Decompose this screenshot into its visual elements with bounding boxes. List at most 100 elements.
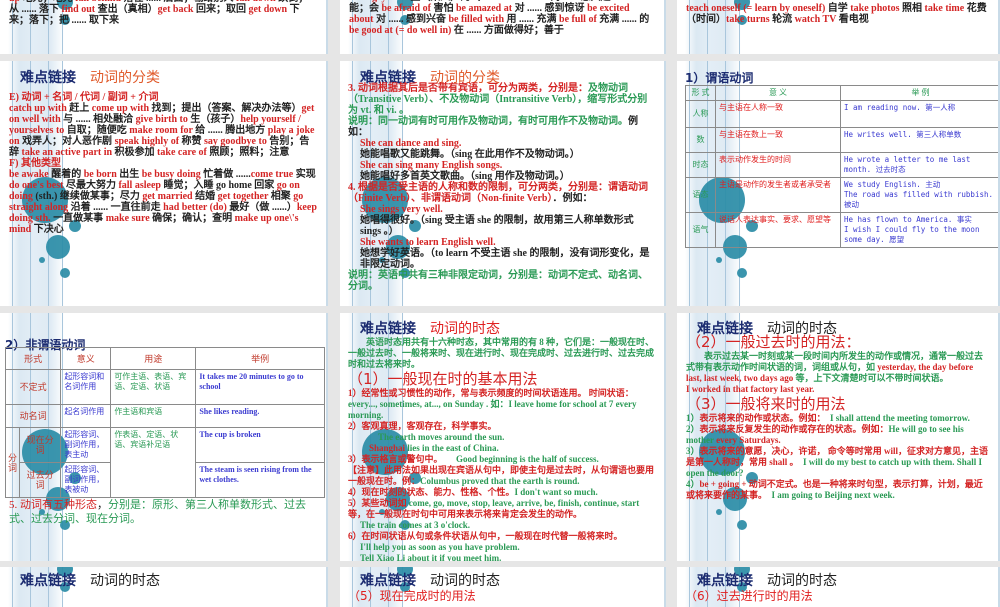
table-header: 意 义 <box>716 86 841 101</box>
text-run: 出生 <box>117 169 142 180</box>
cell-meaning: 主语是动作的发生者或者承受者 <box>716 178 841 213</box>
text-run: 睡觉；入睡 go home 回家 <box>161 180 277 191</box>
text-run: F) 其他类型 <box>9 158 61 169</box>
text-run: be awake <box>9 169 49 180</box>
paragraph: 3）表示格言或警句中。 Good beginning is the half o… <box>348 454 656 465</box>
paragraph: 她想学好英语。（to learn 不受主语 she 的限制，没有词形变化，是非限… <box>348 248 656 270</box>
text-run: had better (do) <box>163 202 227 213</box>
slide-thumbnail[interactable]: 难点链接动词的时态 英语时态用共有十六种时态，其中常用的有 8 种，它们是：一般… <box>340 313 666 561</box>
paragraph: 说明：英语中共有三种非限定动词，分别是：动词不定式、动名词、分词。 <box>348 270 656 292</box>
slide-thumbnail[interactable]: 难点链接动词的时态（5）现在完成时的用法 <box>340 567 666 607</box>
slide-thumbnail[interactable]: 难点链接动词的时态 （2）一般过去时的用法： 表示过去某一时刻或某一段时间内所发… <box>677 313 1000 561</box>
text-run: 找到；提出（答案、解决办法等） <box>149 103 302 114</box>
paragraph: I'll help you as soon as you have proble… <box>348 542 656 553</box>
paragraph: （3）一般将来时的用法 <box>686 395 990 413</box>
text-run: 说明：同一动词有时可用作及物动词，有时可用作不及物动词。 <box>348 116 628 127</box>
text-run: come up with <box>92 103 149 114</box>
text-run: 尽最大努力 <box>63 180 118 191</box>
slide-thumbnail[interactable]: 难点链接动词的分类 3. 动词根据其后是否带有宾语，可分为两类，分别是：及物动词… <box>340 61 666 306</box>
cell-example: We study English. 主动The road was filled … <box>841 178 1000 213</box>
text-run: be busy doing <box>142 169 201 180</box>
table-row: 语态主语是动作的发生者或者承受者We study English. 主动The … <box>686 178 1000 213</box>
cell-use: 作表语、定语、状语、宾语补足语 <box>111 428 196 498</box>
table-row: 动名词起名词作用作主语和宾语She likes reading. <box>6 405 325 428</box>
text-run: 能；会 <box>349 3 382 14</box>
text-run: get back <box>158 4 194 15</box>
title-sub: 动词的时态 <box>90 573 160 589</box>
paragraph: She can dance and sing. <box>348 138 656 149</box>
text-run: 表示将来反复发生的动作或存在的状态。例如： <box>700 424 889 434</box>
slide-thumbnail[interactable]: teach oneself (= learn by oneself) 自学 ta… <box>677 0 1000 54</box>
text-run: be filled with <box>448 14 504 25</box>
text-run: 5. 动词有五种形态 <box>9 499 97 511</box>
text-run: （2）一般过去时的用法： <box>686 333 861 351</box>
text-run: She can sing many English songs. <box>360 160 502 171</box>
text-run: 对 ...... 感到兴奋 <box>373 14 448 25</box>
slide-title: 难点链接动词的时态 <box>20 570 160 590</box>
slide-thumbnail[interactable]: 难点链接动词的时态 <box>0 567 328 607</box>
paragraph: The train comes at 3 o'clock. <box>348 520 656 531</box>
text-run: 表示将来的动作或状态。例如： <box>700 413 822 423</box>
text-run: 一直做某事 <box>51 213 106 224</box>
text-run: She wants to learn English well. <box>360 237 496 248</box>
cell-form: 动名词 <box>6 405 61 428</box>
text-run: 照相 <box>899 3 924 14</box>
text-run: fall asleep <box>118 180 161 191</box>
slide-thumbnail[interactable]: 2）非谓语动词 形式意义用途举例 不定式起形容词和名词作用可作主语、表语、宾语、… <box>0 313 328 561</box>
paragraph: 【注意】此用法如果出现在宾语从句中，即使主句是过去时，从句谓语也要用一般现在时。… <box>348 465 656 487</box>
text-run: 戏弄人；对人恶作剧 <box>20 136 115 147</box>
cell-form: 不定式 <box>6 370 61 405</box>
table-header: 举例 <box>196 348 325 370</box>
paragraph: F) 其他类型 <box>9 158 318 169</box>
example-line: I wish I could fly to the moon some day.… <box>844 225 997 245</box>
section-heading: （6）过去进行时的用法 <box>685 587 813 605</box>
paragraph: 4）现在时刻的状态、能力、性格、个性。I don't want so much. <box>348 487 656 498</box>
text-run: 说明：英语中共有三种非限定动词，分别是：动词不定式、动名词、分词。 <box>348 270 648 292</box>
cell-meaning: 说话人表达事实、要求、愿望等 <box>716 213 841 248</box>
slide-content: be angry with 生（某人）的气 be interested in 对… <box>349 0 656 36</box>
slide-thumbnail[interactable]: be angry with 生（某人）的气 be interested in 对… <box>340 0 666 54</box>
slide-thumbnail[interactable]: 1）谓语动词 形 式意 义举 例 人称与主语在人称一致I am reading … <box>677 61 1000 306</box>
cell-example: The cup is broken <box>196 428 325 463</box>
paragraph: 3）表示将来的意愿，决心，许诺， 命令等时常用 will，征求对方意见，主语是第… <box>686 446 990 479</box>
cell-meaning: 与主语在人称一致 <box>716 101 841 128</box>
paragraph: She sings very well. <box>348 204 656 215</box>
text-run: 3. 动词根据其后是否带有宾语，可分为两类，分别是： <box>348 83 588 94</box>
paragraph: （1）一般现在时的基本用法 <box>348 370 656 388</box>
paragraph: 她能唱歌又能跳舞。（sing 在此用作不及物动词。） <box>348 149 656 160</box>
slide-content: teach oneself (= learn by oneself) 自学 ta… <box>686 3 990 25</box>
cell-example: It takes me 20 minutes to go to school <box>196 370 325 405</box>
text-run: 4. 根据是否受主语的人称和数的限制，可分两类，分别是：谓语动词（Finite … <box>348 182 648 204</box>
cell-meaning: 表示动作发生的时间 <box>716 153 841 178</box>
text-run: 2） <box>686 424 700 434</box>
slide-heading: 1）谓语动词 <box>685 69 753 86</box>
cell-meaning: 起形容词和名词作用 <box>61 370 111 405</box>
text-run: I don't want so much. <box>515 487 598 497</box>
cell-form: 现在分词 <box>20 428 61 463</box>
slide-thumbnail[interactable]: up 吃光；吃完 fall behind 落在 ...... 后面；输给别人 f… <box>0 0 328 54</box>
example-line: The road was filled with rubbish. 被动 <box>844 190 997 210</box>
text-run: say goodbye to <box>204 136 267 147</box>
text-run: take care of <box>157 147 207 158</box>
text-run: She sings very well. <box>360 204 443 215</box>
text-run: （1）一般现在时的基本用法 <box>348 370 538 388</box>
text-run: I'll help you as soon as you have proble… <box>360 542 520 552</box>
paragraph: Tell Xiao Li about it if you meet him. <box>348 553 656 561</box>
text-run: 等，在一般现在时句中可用来表示将来肯定会发生的动作。 <box>348 509 582 519</box>
paragraph: E) 动词 + 名词 / 代词 / 副词 + 介词 <box>9 92 318 103</box>
slide-thumbnail[interactable]: 难点链接动词的时态（6）过去进行时的用法 <box>677 567 1000 607</box>
slide-thumbnail[interactable]: 难点链接动词的分类 E) 动词 + 名词 / 代词 / 副词 + 介词catch… <box>0 61 328 306</box>
text-run: 用 ...... 充满 <box>504 14 559 25</box>
text-run: 醒着的 <box>49 169 84 180</box>
text-run: take an active part in <box>22 147 113 158</box>
cell-example: She likes reading. <box>196 405 325 428</box>
table-row: 人称与主语在人称一致I am reading now. 第一人称 <box>686 101 1000 128</box>
cell-form: 数 <box>686 128 716 153</box>
text-run: 下决心 <box>31 224 64 235</box>
text-run: 相聚 <box>268 191 293 202</box>
text-run: 积极参加 <box>112 147 157 158</box>
example-line: We study English. 主动 <box>844 180 997 190</box>
paragraph: 英语时态用共有十六种时态，其中常用的有 8 种，它们是：一般现在时、一般过去时、… <box>348 337 656 370</box>
slide-content: 5. 动词有五种形态，分别是：原形、第三人称单数形式、过去式、过去分词、现在分词… <box>9 498 318 526</box>
cell-use: 可作主语、表语、宾语、定语、状语 <box>111 370 196 405</box>
